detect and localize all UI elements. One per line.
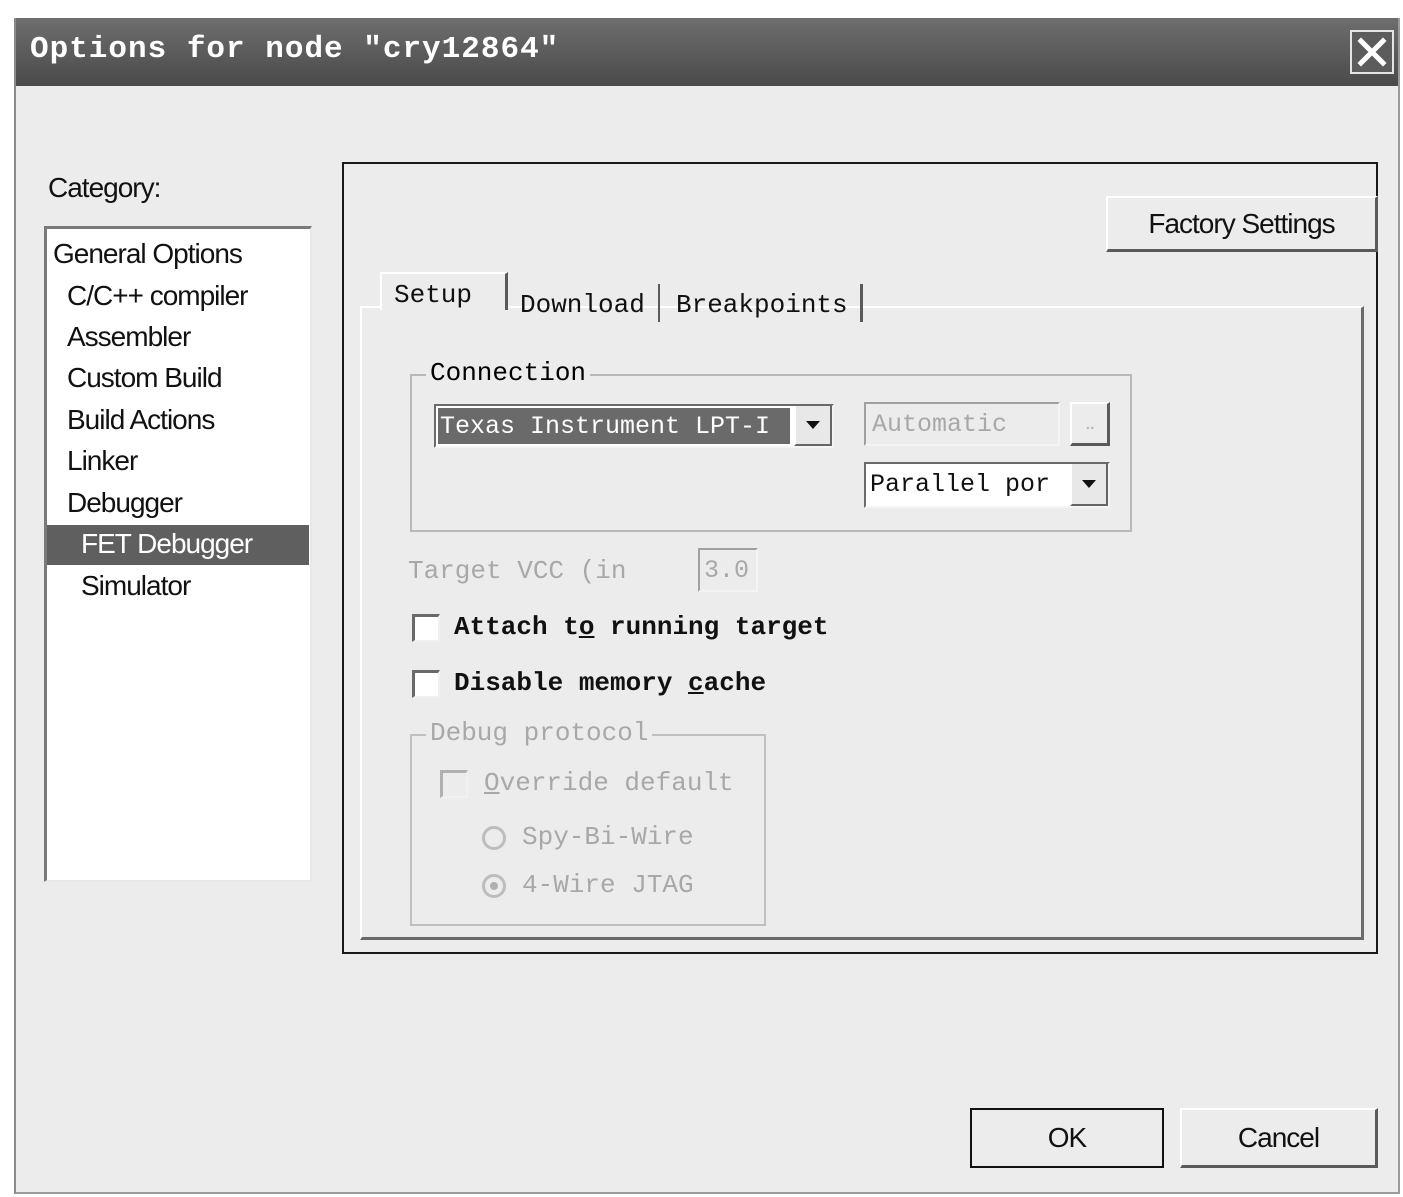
disable-cache-label[interactable]: Disable memory cache [454,668,766,698]
attach-running-label[interactable]: Attach to running target [454,612,828,642]
target-vcc-field: 3.0 [698,548,758,592]
category-item-simulator[interactable]: Simulator [81,567,191,607]
radio-selected-dot [490,882,498,890]
tab-download[interactable]: Download [520,280,645,330]
chevron-down-icon [1082,480,1096,488]
interface-select[interactable]: Parallel por [864,462,1110,508]
driver-select-value: Texas Instrument LPT-I [440,412,771,441]
driver-dropdown-button[interactable] [794,406,832,446]
port-field-value: Automatic [872,410,1008,439]
spy-bi-wire-label: Spy-Bi-Wire [522,822,694,852]
category-item-c-compiler[interactable]: C/C++ compiler [67,277,249,317]
tab-divider-right [860,284,863,322]
target-vcc-label: Target VCC (in [408,556,627,586]
category-item-build-actions[interactable]: Build Actions [67,401,215,441]
connection-group-title: Connection [426,358,591,388]
driver-select[interactable]: Texas Instrument LPT-I [434,404,834,448]
close-icon [1357,37,1387,67]
debug-protocol-title: Debug protocol [426,718,653,748]
override-default-checkbox [440,770,468,798]
interface-select-value: Parallel por [870,470,1051,499]
cancel-button[interactable]: Cancel [1180,1108,1378,1168]
four-wire-jtag-radio [482,874,506,898]
tab-setup[interactable]: Setup [394,270,472,320]
interface-dropdown-button[interactable] [1070,464,1108,506]
category-label: Category: [48,172,161,203]
four-wire-jtag-label: 4-Wire JTAG [522,870,694,900]
factory-settings-button[interactable]: Factory Settings [1106,196,1378,252]
connection-group [410,374,1132,532]
category-item-fet-debugger[interactable]: FET Debugger [47,525,309,565]
close-button[interactable] [1350,30,1394,74]
window-title: Options for node "cry12864" [30,32,560,67]
attach-running-checkbox[interactable] [412,614,440,642]
chevron-down-icon [806,421,820,429]
category-item-assembler[interactable]: Assembler [67,318,191,358]
override-default-label: Override default [484,768,734,798]
port-field: Automatic [864,402,1060,446]
category-item-general-options[interactable]: General Options [53,235,243,275]
tab-breakpoints[interactable]: Breakpoints [676,280,848,330]
disable-cache-checkbox[interactable] [412,670,440,698]
tab-divider [658,284,660,322]
spy-bi-wire-radio [482,826,506,850]
browse-button: .. [1070,402,1110,446]
category-list[interactable]: General Options C/C++ compiler Assembler… [44,226,312,882]
ok-button[interactable]: OK [970,1108,1164,1168]
target-vcc-value: 3.0 [704,556,750,585]
title-bar[interactable]: Options for node "cry12864" [16,18,1398,86]
category-item-custom-build[interactable]: Custom Build [67,359,223,399]
category-item-linker[interactable]: Linker [67,442,138,482]
category-item-debugger[interactable]: Debugger [67,484,183,524]
